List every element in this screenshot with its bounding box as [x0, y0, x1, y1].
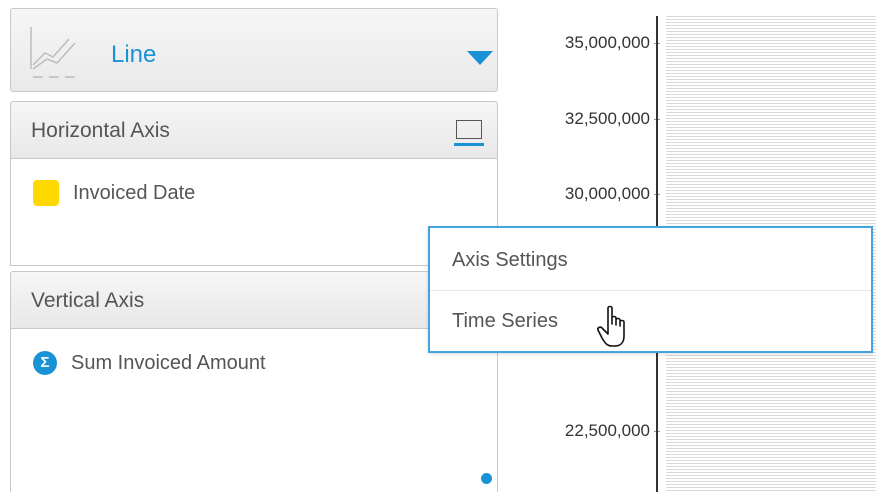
vertical-axis-header[interactable]: Vertical Axis	[10, 271, 430, 329]
y-tick-label: 35,000,000	[564, 33, 650, 52]
menu-item-time-series[interactable]: Time Series	[430, 291, 871, 351]
chevron-down-icon[interactable]	[467, 51, 493, 65]
y-tick-label: 30,000,000	[564, 184, 650, 203]
axis-toggle-icon[interactable]	[454, 118, 484, 148]
horizontal-axis-header[interactable]: Horizontal Axis	[10, 101, 498, 159]
vertical-axis-field-label: Sum Invoiced Amount	[71, 351, 266, 374]
menu-item-label: Time Series	[452, 310, 558, 332]
vertical-axis-drop-zone[interactable]: Σ Sum Invoiced Amount	[10, 329, 498, 492]
horizontal-axis-field-label: Invoiced Date	[73, 181, 196, 204]
chart-type-dropdown[interactable]: Line	[10, 8, 498, 92]
vertical-axis-field[interactable]: Σ Sum Invoiced Amount	[33, 349, 266, 377]
hand-pointer-icon	[597, 305, 625, 347]
y-tick-label: 22,500,000	[564, 421, 650, 440]
vertical-axis-title: Vertical Axis	[31, 289, 145, 312]
y-tick-label: 32,500,000	[564, 109, 650, 128]
axis-toggle-bar	[454, 143, 484, 146]
horizontal-axis-drop-zone[interactable]: Invoiced Date	[10, 159, 498, 266]
line-chart-icon	[30, 27, 76, 78]
chart-type-label: Line	[111, 41, 157, 68]
date-field-icon	[33, 180, 59, 206]
sigma-icon: Σ	[33, 351, 57, 375]
axis-context-menu: Axis Settings Time Series	[428, 226, 873, 353]
horizontal-axis-title: Horizontal Axis	[31, 119, 170, 142]
menu-item-label: Axis Settings	[452, 249, 568, 271]
resize-handle-dot[interactable]	[481, 473, 492, 484]
axis-toggle-box	[456, 120, 482, 139]
horizontal-axis-field[interactable]: Invoiced Date	[33, 179, 195, 207]
menu-item-axis-settings[interactable]: Axis Settings	[430, 230, 871, 290]
